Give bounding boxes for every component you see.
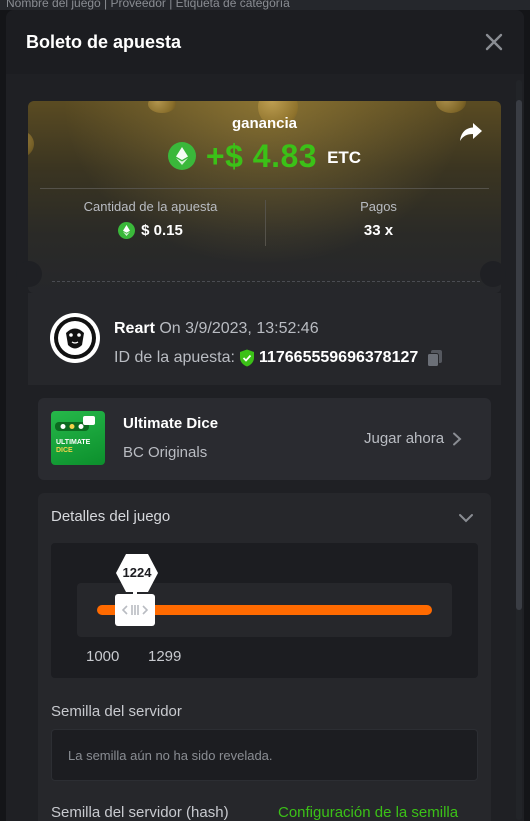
slider-handle[interactable]: [115, 594, 155, 626]
card-divider: [40, 188, 489, 189]
gain-amount: +$ 4.83: [205, 137, 318, 174]
player-info: Reart On 3/9/2023, 13:52:46 ID de la apu…: [28, 293, 501, 385]
payout-stat: Pagos 33 x: [266, 199, 491, 239]
verified-shield-icon: [239, 349, 254, 367]
close-icon: [485, 33, 503, 51]
game-details-title: Detalles del juego: [51, 508, 171, 525]
game-provider: BC Originals: [123, 444, 208, 461]
avatar[interactable]: [50, 313, 100, 363]
copy-icon: [427, 350, 443, 367]
lion-avatar-icon: [54, 317, 96, 359]
bet-amount-value: $ 0.15: [141, 222, 183, 239]
bet-amount-row: $ 0.15: [38, 222, 263, 239]
copy-button[interactable]: [426, 349, 444, 367]
dice-result-slider: 1224 1000 1299: [51, 543, 478, 678]
server-seed-hash-label: Semilla del servidor (hash): [51, 804, 229, 821]
bet-amount-stat: Cantidad de la apuesta $ 0.15: [38, 199, 263, 239]
details-toggle-button[interactable]: [458, 511, 474, 523]
player-name[interactable]: Reart: [114, 320, 155, 337]
win-summary-card: ganancia +$ 4.83 ETC Cantidad de la apue…: [28, 101, 501, 293]
gain-currency: ETC: [327, 148, 362, 167]
modal-body[interactable]: ganancia +$ 4.83 ETC Cantidad de la apue…: [6, 74, 524, 821]
ticket-notch-right: [480, 261, 506, 287]
payout-label: Pagos: [360, 199, 397, 214]
scrollbar-thumb[interactable]: [516, 100, 522, 610]
game-link-row[interactable]: ULTIMATE DICE Ultimate Dice BC Originals…: [38, 398, 491, 480]
range-min: 1000: [86, 648, 120, 665]
thumb-title-2: DICE: [56, 447, 73, 454]
chevron-down-icon: [459, 514, 473, 523]
gain-label: ganancia: [231, 115, 298, 132]
thumb-title-1: ULTIMATE: [56, 439, 91, 446]
result-value: 1224: [122, 565, 152, 580]
bet-amount-label: Cantidad de la apuesta: [83, 199, 218, 214]
backdrop-strip: Nombre del juego | Proveedor | Etiqueta …: [0, 0, 530, 10]
ticket-notch-left: [16, 261, 42, 287]
share-button[interactable]: [458, 121, 484, 143]
game-name: Ultimate Dice: [123, 415, 219, 432]
chevron-right-icon: [453, 432, 462, 445]
payout-value: 33 x: [363, 222, 394, 239]
etc-coin-icon: [167, 142, 196, 170]
gain-row: +$ 4.83 ETC: [28, 138, 501, 174]
game-thumbnail: ULTIMATE DICE: [51, 411, 105, 465]
bet-id-value: 117665559696378127: [258, 349, 419, 366]
server-seed-label: Semilla del servidor: [51, 703, 182, 720]
close-button[interactable]: [482, 30, 506, 54]
game-details-panel: Detalles del juego 1224 1000 1299 Semill…: [38, 493, 491, 821]
player-line: Reart On 3/9/2023, 13:52:46: [114, 320, 319, 338]
bet-ticket-modal: Boleto de apuesta ganancia +$ 4.83 ETC C…: [6, 10, 524, 821]
play-now-label: Jugar ahora: [364, 430, 445, 447]
ticket-perforation: [52, 281, 480, 282]
play-now-link[interactable]: Jugar ahora: [364, 430, 462, 447]
etc-coin-icon: [118, 222, 136, 239]
bet-id-label: ID de la apuesta:: [114, 349, 235, 366]
slider-grip-icon: [122, 605, 148, 615]
modal-title: Boleto de apuesta: [26, 32, 182, 52]
seed-config-link[interactable]: Configuración de la semilla: [278, 804, 458, 821]
ultimate-dice-logo-icon: [55, 416, 95, 431]
bet-date: On 3/9/2023, 13:52:46: [159, 320, 319, 337]
range-max: 1299: [148, 648, 182, 665]
share-icon: [460, 123, 482, 141]
bet-id-line: ID de la apuesta: 117665559696378127: [114, 349, 444, 367]
server-seed-field[interactable]: La semilla aún no ha sido revelada.: [51, 729, 478, 781]
modal-header: Boleto de apuesta: [6, 10, 524, 74]
